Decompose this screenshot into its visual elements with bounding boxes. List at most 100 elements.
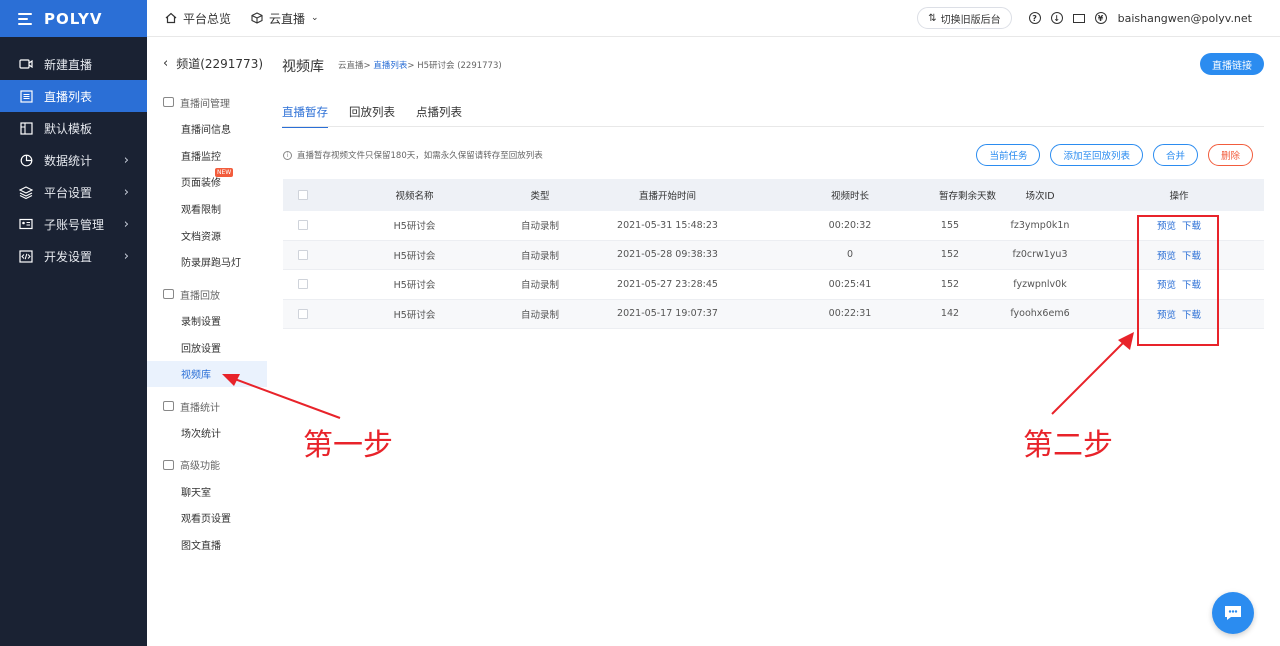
breadcrumb-sep: > [407,61,415,71]
subnav-item-label: 观看页设置 [181,514,231,526]
home-icon [165,12,177,24]
yen-icon[interactable]: ¥ [1094,12,1107,24]
cell-type: 自动录制 [520,250,559,262]
subnav-item-label: 图文直播 [181,541,221,553]
step1-label: 第一步 [303,428,393,463]
cell-days: 155 [940,219,960,231]
header-name: 视频名称 [395,191,434,202]
tab-2[interactable]: 点播列表 [416,97,462,127]
row-checkbox[interactable] [298,249,308,260]
breadcrumb-cloud-live[interactable]: 云直播 [338,61,364,71]
nav-item-3[interactable]: 数据统计 › [0,144,147,176]
subnav-item[interactable]: 观看限制 [147,195,267,222]
group-icon [163,97,174,107]
platform-overview-link[interactable]: 平台总览 [165,10,231,27]
group-title-label: 直播统计 [180,402,220,414]
subnav-item[interactable]: 场次统计 [147,419,267,446]
swap-icon: ⇅ [928,12,937,24]
breadcrumb-sep: > [363,61,371,71]
chevron-right-icon: › [123,216,129,232]
main-nav: POLYV 新建直播 直播列表 默认模板 数据统计 › 平台设置 › 子账号管理 › 开发设置 › [0,0,147,646]
select-all-checkbox[interactable] [298,190,308,200]
switch-old-version-button[interactable]: ⇅ 切换旧版后台 [917,7,1012,29]
cell-duration: 0 [846,249,854,261]
subnav-item-label: 文档资源 [181,231,221,243]
help-icon[interactable]: ? [1028,12,1041,24]
subnav-item[interactable]: 回放设置 [147,334,267,361]
action-button-1[interactable]: 添加至回放列表 [1050,144,1143,166]
tab-1[interactable]: 回放列表 [349,97,395,127]
subnav-item[interactable]: 页面装修 NEW [147,168,267,195]
cube-icon [251,12,263,24]
nav-item-0[interactable]: 新建直播 [0,48,147,80]
cell-start: 2021-05-17 19:07:37 [617,308,718,320]
action-button-2[interactable]: 合并 [1152,144,1198,166]
breadcrumb-channel: H5研讨会 (2291773) [417,61,502,71]
cell-id: fz0crw1yu3 [1012,249,1068,261]
row-checkbox[interactable] [298,279,308,290]
cell-type: 自动录制 [520,280,559,292]
platform-overview-label: 平台总览 [183,11,232,26]
table-header: 视频名称 类型 直播开始时间 视频时长 暂存剩余天数 场次ID 操作 [283,179,1264,211]
cell-duration: 00:22:31 [828,308,872,320]
subnav-item[interactable]: 聊天室 [147,478,267,505]
nav-item-5[interactable]: 子账号管理 › [0,208,147,240]
cell-days: 142 [940,308,960,320]
nav-item-1[interactable]: 直播列表 [0,80,147,112]
download-icon[interactable]: ↓ [1050,12,1063,24]
live-link-button[interactable]: 直播链接 [1200,53,1264,75]
subnav-item[interactable]: 视频库 [147,360,267,388]
subnav-item[interactable]: 观看页设置 [147,505,267,532]
row-checkbox[interactable] [298,220,308,231]
mail-icon[interactable] [1072,13,1085,23]
notice-text: 直播暂存视频文件只保留180天，如需永久保留请转存至回放列表 [297,151,543,161]
subnav-item[interactable]: 图文直播 [147,531,267,558]
step2-label: 第二步 [1023,428,1113,463]
nav-item-label: 开发设置 [44,249,93,264]
nav-item-6[interactable]: 开发设置 › [0,240,147,272]
channel-subnav: ‹ 频道(2291773) 直播间管理直播间信息直播监控页面装修 NEW 观看限制文… [147,37,267,646]
chevron-left-icon: ‹ [163,55,169,71]
group-title-label: 高级功能 [180,461,220,473]
chevron-right-icon: › [123,248,129,264]
channel-back-link[interactable]: ‹ 频道(2291773) [147,37,267,89]
nav-item-label: 新建直播 [44,57,93,72]
chat-button[interactable] [1212,592,1254,634]
subnav-item[interactable]: 录制设置 [147,307,267,334]
menu-collapse-icon[interactable] [18,12,32,25]
subnav-item-label: 直播监控 [181,151,221,163]
cell-type: 自动录制 [520,309,559,321]
action-button-0[interactable]: 当前任务 [976,144,1041,166]
cell-name: H5研讨会 [393,280,436,292]
row-checkbox[interactable] [298,308,308,319]
subnav-item[interactable]: 文档资源 [147,222,267,249]
header-id: 场次ID [1025,191,1055,202]
nav-item-2[interactable]: 默认模板 [0,112,147,144]
nav-item-4[interactable]: 平台设置 › [0,176,147,208]
brand-logo: POLYV [44,9,103,28]
user-email[interactable]: baishangwen@polyv.net [1118,12,1252,25]
top-bar: 平台总览 云直播 ⌄ ⇅ 切换旧版后台 ? ↓ ¥ baishangwen@po… [147,0,1280,37]
subnav-item[interactable]: 直播间信息 [147,115,267,142]
subnav-item-label: 视频库 [181,370,211,382]
cell-name: H5研讨会 [393,309,436,321]
subnav-group-title: 直播统计 [147,393,267,419]
tab-0[interactable]: 直播暂存 [282,97,328,128]
subnav-item[interactable]: 防录屏跑马灯 [147,248,267,275]
table-row: H5研讨会 自动录制 2021-05-17 19:07:37 00:22:31 142 f… [283,299,1264,329]
subnav-item-label: 直播间信息 [181,124,231,136]
subnav-item[interactable]: 直播监控 [147,142,267,169]
cell-start: 2021-05-27 23:28:45 [617,278,718,290]
nav-item-label: 平台设置 [44,185,93,200]
breadcrumb-live-list[interactable]: 直播列表 [373,61,407,71]
header-duration: 视频时长 [830,191,869,202]
subnav-group-title: 直播间管理 [147,89,267,115]
product-label: 云直播 [269,11,306,26]
cell-name: H5研讨会 [393,250,436,262]
action-button-3[interactable]: 删除 [1207,144,1253,166]
retention-notice: i 直播暂存视频文件只保留180天，如需永久保留请转存至回放列表 [283,149,543,161]
cell-days: 152 [940,278,960,290]
product-switcher[interactable]: 云直播 ⌄ [251,10,319,27]
code-icon [18,249,34,263]
nav-list: 新建直播 直播列表 默认模板 数据统计 › 平台设置 › 子账号管理 › 开发设置 › [0,48,147,272]
